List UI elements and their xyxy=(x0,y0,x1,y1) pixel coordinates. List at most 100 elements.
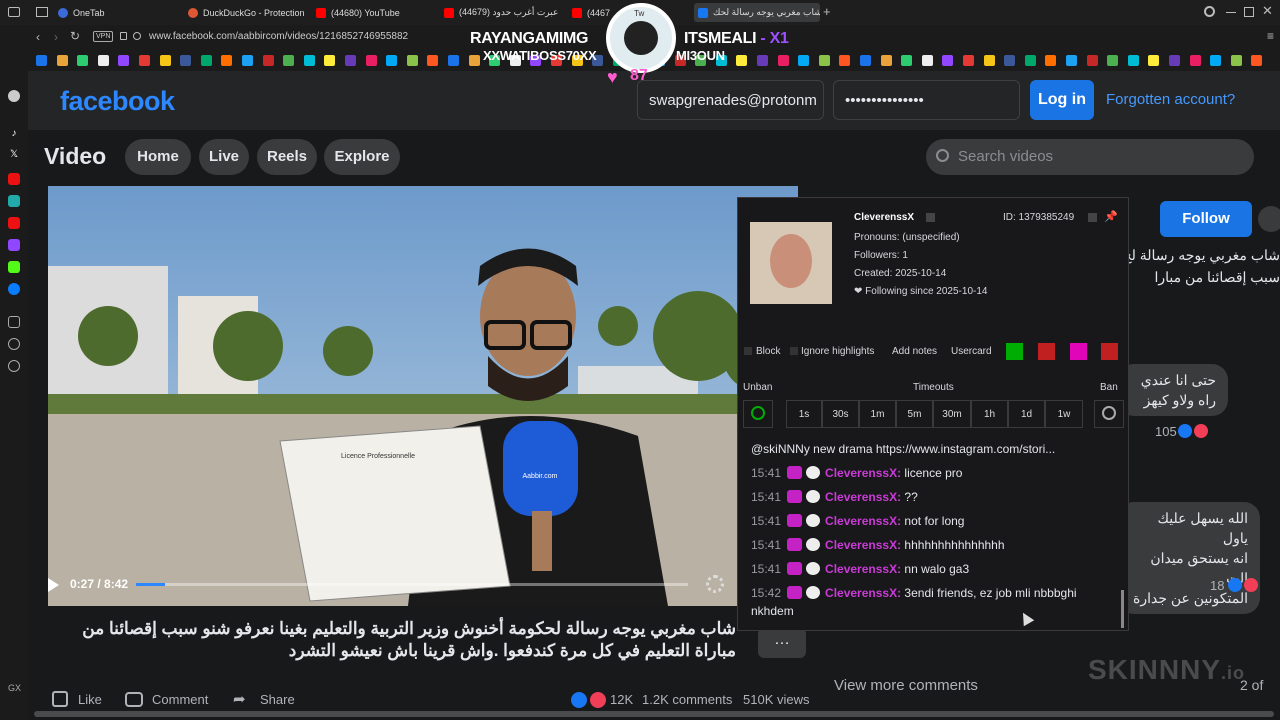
tab-youtube-3[interactable]: (4467 xyxy=(572,3,612,22)
url-field[interactable]: www.facebook.com/aabbircom/videos/121685… xyxy=(149,31,408,42)
bookmark-icon[interactable] xyxy=(1004,55,1016,66)
bookmark-icon[interactable] xyxy=(757,55,768,66)
unvip-icon[interactable] xyxy=(1101,343,1118,360)
username[interactable]: CleverenssX xyxy=(854,212,914,223)
bookmark-icon[interactable] xyxy=(777,55,789,66)
play-icon[interactable] xyxy=(48,578,59,592)
comment-count[interactable]: 1.2K comments xyxy=(642,692,732,707)
bookmark-icon[interactable] xyxy=(262,55,274,66)
comment-button[interactable]: Comment xyxy=(152,692,208,707)
more-options-button[interactable]: … xyxy=(758,628,806,658)
settings-icon[interactable] xyxy=(8,360,20,372)
msg-user[interactable]: CleverenssX: xyxy=(825,538,901,552)
bookmark-icon[interactable] xyxy=(56,55,68,66)
msg-user[interactable]: CleverenssX: xyxy=(825,562,901,576)
bookmark-icon[interactable] xyxy=(118,55,130,66)
timeout-5m[interactable]: 5m xyxy=(896,400,933,428)
add-notes-link[interactable]: Add notes xyxy=(892,346,937,357)
bookmark-icon[interactable] xyxy=(77,55,89,66)
chat-scrollbar[interactable] xyxy=(1121,590,1124,628)
nav-reels[interactable]: Reels xyxy=(257,139,317,175)
tab-youtube-1[interactable]: (44680) YouTube xyxy=(316,3,434,22)
bookmark-icon[interactable] xyxy=(406,55,418,66)
bookmark-icon[interactable] xyxy=(1189,55,1201,66)
follow-button[interactable]: Follow xyxy=(1160,201,1252,237)
bookmark-icon[interactable] xyxy=(200,55,212,66)
menu-icon[interactable]: ≡ xyxy=(1267,29,1274,43)
timeout-1m[interactable]: 1m xyxy=(859,400,896,428)
bookmark-icon[interactable] xyxy=(386,55,398,66)
reaction-count[interactable]: 12K xyxy=(610,692,633,707)
tab-onetab[interactable]: OneTab xyxy=(58,3,178,22)
share-button[interactable]: Share xyxy=(260,692,295,707)
bookmark-icon[interactable] xyxy=(345,55,356,66)
bookmark-icon[interactable] xyxy=(448,55,459,66)
block-checkbox[interactable] xyxy=(744,347,752,355)
chatgpt-icon[interactable] xyxy=(8,90,20,102)
progress-track[interactable] xyxy=(136,583,688,586)
horizontal-scrollbar[interactable] xyxy=(34,711,1274,717)
kick-icon[interactable] xyxy=(8,261,20,273)
video-player[interactable]: Licence Professionnelle Aabbir.com 0:27 … xyxy=(48,186,798,606)
comment-icon[interactable] xyxy=(125,692,143,707)
wallet-icon[interactable] xyxy=(8,316,20,328)
bookmark-icon[interactable] xyxy=(860,55,871,66)
vpn-badge[interactable]: VPN xyxy=(93,31,114,42)
tab-list-icon[interactable] xyxy=(36,7,48,17)
maximize-icon[interactable] xyxy=(1244,7,1254,17)
pin-icon[interactable]: 📌 xyxy=(1104,210,1118,223)
bookmark-icon[interactable] xyxy=(427,55,439,66)
youtube-sidebar-icon[interactable] xyxy=(8,173,20,185)
copy-icon[interactable] xyxy=(926,213,935,222)
search-icon[interactable] xyxy=(1204,6,1215,17)
twitter-x-icon[interactable]: 𝕏 xyxy=(8,149,20,161)
facebook-logo[interactable]: facebook xyxy=(60,86,175,117)
minimize-icon[interactable] xyxy=(1226,12,1236,13)
close-icon[interactable]: ✕ xyxy=(1262,3,1273,19)
vip-icon[interactable] xyxy=(1070,343,1087,360)
like-icon[interactable] xyxy=(52,691,68,707)
reload-icon[interactable]: ↻ xyxy=(70,29,80,43)
timeout-1w[interactable]: 1w xyxy=(1045,400,1083,428)
bookmark-icon[interactable] xyxy=(221,55,233,66)
bookmark-icon[interactable] xyxy=(1169,55,1180,66)
bookmark-icon[interactable] xyxy=(139,55,150,66)
tiktok-icon[interactable]: ♪ xyxy=(8,128,20,140)
timeout-1h[interactable]: 1h xyxy=(971,400,1008,428)
bookmark-icon[interactable] xyxy=(1107,55,1119,66)
messenger-icon[interactable] xyxy=(8,283,20,295)
bookmark-icon[interactable] xyxy=(468,55,480,66)
bookmark-icon[interactable] xyxy=(839,55,851,66)
tab-facebook-active[interactable]: شاب مغربي يوجه رسالة لحك xyxy=(694,3,820,22)
bookmark-icon[interactable] xyxy=(303,55,315,66)
forward-icon[interactable]: › xyxy=(54,30,58,44)
sidebar-toggle-icon[interactable] xyxy=(8,7,20,17)
email-field[interactable]: swapgrenades@protonm xyxy=(637,80,824,120)
share-icon[interactable]: ➦ xyxy=(233,690,246,708)
bookmark-icon[interactable] xyxy=(921,55,933,66)
bookmark-icon[interactable] xyxy=(901,55,913,66)
bookmark-icon[interactable] xyxy=(880,55,892,66)
timeout-1s[interactable]: 1s xyxy=(786,400,822,428)
bookmark-icon[interactable] xyxy=(36,55,47,66)
bookmark-icon[interactable] xyxy=(159,55,171,66)
msg-user[interactable]: CleverenssX: xyxy=(825,586,901,600)
timeout-1d[interactable]: 1d xyxy=(1008,400,1045,428)
msg-user[interactable]: CleverenssX: xyxy=(825,466,901,480)
bookmark-icon[interactable] xyxy=(365,55,377,66)
more-options-icon[interactable] xyxy=(1258,206,1280,232)
ignore-checkbox[interactable] xyxy=(790,347,798,355)
block-label[interactable]: Block xyxy=(756,346,780,357)
password-field[interactable]: ••••••••••••••• xyxy=(833,80,1020,120)
new-tab-icon[interactable]: + xyxy=(823,4,831,19)
bookmark-icon[interactable] xyxy=(1045,55,1057,66)
unmod-icon[interactable] xyxy=(1038,343,1055,360)
bookmark-icon[interactable] xyxy=(97,55,109,66)
bookmark-icon[interactable] xyxy=(1251,55,1263,66)
history-icon[interactable] xyxy=(8,338,20,350)
like-button[interactable]: Like xyxy=(78,692,102,707)
back-icon[interactable]: ‹ xyxy=(36,30,40,44)
bookmark-icon[interactable] xyxy=(180,55,192,66)
video-settings-icon[interactable] xyxy=(706,575,724,593)
nav-explore[interactable]: Explore xyxy=(324,139,400,175)
